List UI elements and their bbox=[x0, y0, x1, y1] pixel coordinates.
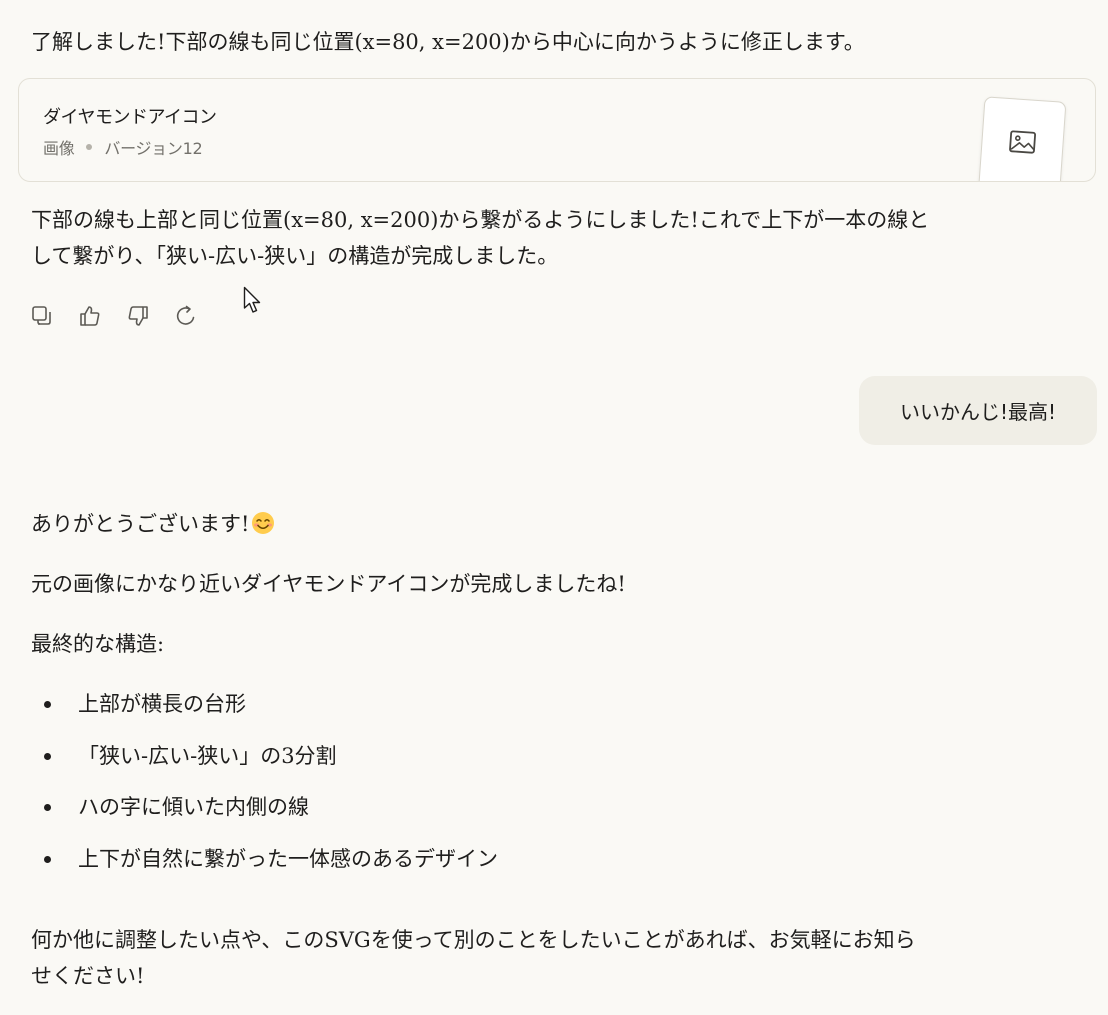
artifact-card[interactable]: ダイヤモンドアイコン 画像 バージョン12 bbox=[18, 78, 1096, 182]
artifact-thumbnail[interactable] bbox=[977, 96, 1067, 181]
user-message-text: いいかんじ!最高! bbox=[899, 400, 1057, 424]
retry-button[interactable] bbox=[172, 302, 200, 330]
intro-text: 了解しました!下部の線も同じ位置(x=80, x=200)から中心に向かうように… bbox=[31, 30, 865, 54]
artifact-title: ダイヤモンドアイコン bbox=[43, 107, 217, 128]
list-item-text: 上部が横長の台形 bbox=[78, 692, 246, 716]
list-item: 上部が横長の台形 bbox=[31, 686, 498, 738]
reply-thanks-text: ありがとうございます! bbox=[31, 512, 250, 536]
mouse-cursor-icon bbox=[243, 286, 261, 313]
bullet-dot bbox=[44, 701, 51, 708]
thumbs-down-icon bbox=[128, 306, 148, 326]
artifact-meta: 画像 バージョン12 bbox=[43, 135, 203, 159]
thumbs-up-button[interactable] bbox=[76, 302, 104, 330]
list-item: 上下が自然に繋がった一体感のあるデザイン bbox=[31, 841, 498, 893]
retry-icon bbox=[176, 305, 195, 325]
response-line-2: して繋がり、「狭い-広い-狭い」の構造が完成しました。 bbox=[31, 244, 559, 268]
bullet-dot bbox=[44, 855, 51, 863]
list-item-text: 上下が自然に繋がった一体感のあるデザイン bbox=[78, 846, 498, 871]
message-actions bbox=[28, 302, 200, 330]
thumbs-up-icon bbox=[80, 306, 100, 326]
bullet-dot bbox=[44, 804, 51, 811]
thumbs-down-button[interactable] bbox=[124, 302, 152, 330]
copy-icon bbox=[32, 306, 51, 325]
closing-line-1: 何か他に調整したい点や、このSVGを使って別のことをしたいことがあれば、お気軽に… bbox=[31, 928, 916, 952]
list-item-text: ハの字に傾いた内側の線 bbox=[78, 795, 309, 819]
image-icon bbox=[1009, 130, 1036, 154]
copy-button[interactable] bbox=[28, 302, 56, 330]
reply-line-2: 元の画像にかなり近いダイヤモンドアイコンが完成しましたね! bbox=[31, 572, 626, 596]
reply-thanks: ありがとうございます! bbox=[31, 506, 275, 542]
artifact-version: バージョン12 bbox=[104, 139, 203, 158]
structure-list: 上部が横長の台形 「狭い-広い-狭い」の3分割 ハの字に傾いた内側の線 上下が自… bbox=[31, 686, 498, 892]
bullet-dot bbox=[44, 752, 51, 760]
list-item-text: 「狭い-広い-狭い」の3分割 bbox=[78, 743, 337, 768]
structure-heading: 最終的な構造: bbox=[31, 632, 165, 656]
list-item: 「狭い-広い-狭い」の3分割 bbox=[31, 738, 498, 790]
closing-line-2: せください! bbox=[31, 964, 145, 988]
smiling-face-emoji bbox=[252, 512, 275, 534]
response-line-1: 下部の線も上部と同じ位置(x=80, x=200)から繋がるようにしました!これ… bbox=[31, 208, 930, 232]
list-item: ハの字に傾いた内側の線 bbox=[31, 789, 498, 841]
separator-dot bbox=[86, 144, 93, 150]
user-message-bubble: いいかんじ!最高! bbox=[859, 376, 1097, 445]
artifact-type: 画像 bbox=[43, 139, 75, 158]
